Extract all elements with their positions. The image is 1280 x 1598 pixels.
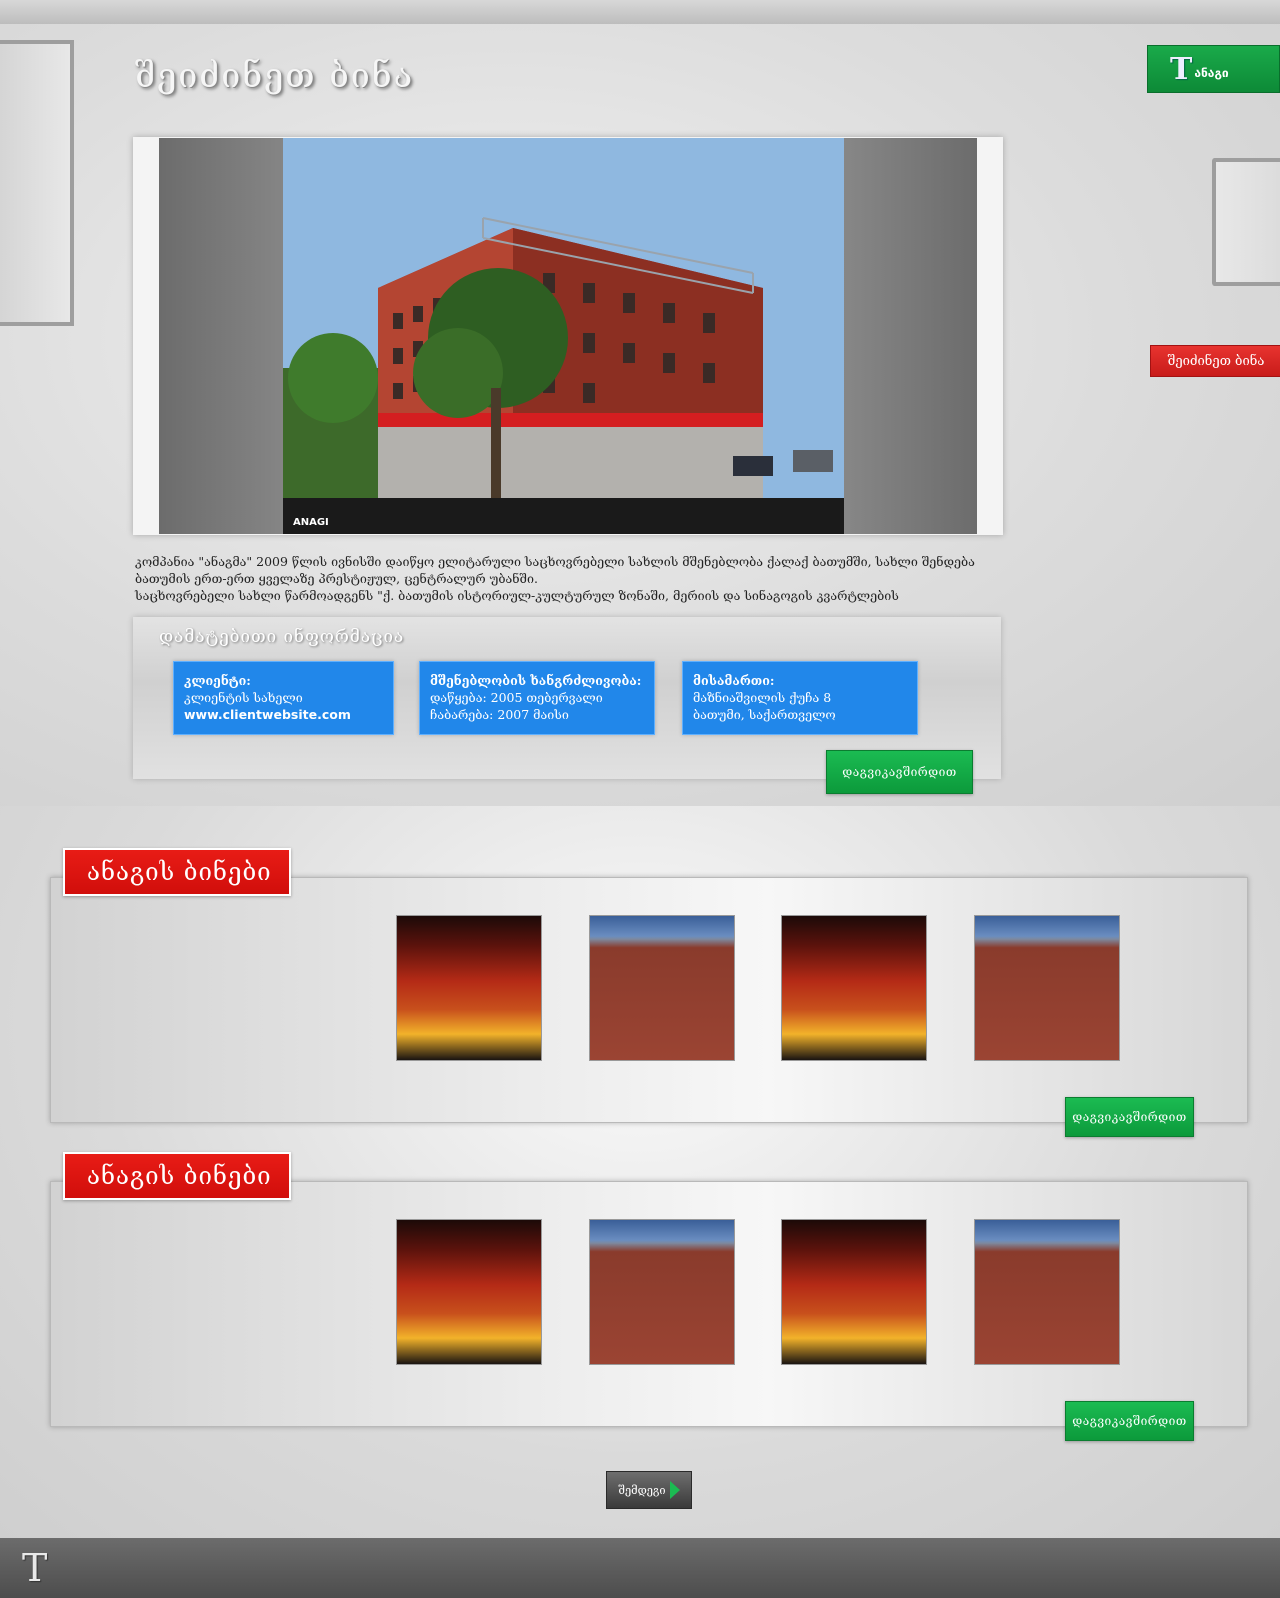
section-label: ანაგის ბინები	[63, 848, 291, 896]
decorative-frame-left	[0, 40, 74, 326]
address-title: მისამართი:	[693, 673, 775, 688]
apartments-section	[50, 877, 1248, 1123]
address-city: ბათუმი, საქართველო	[693, 707, 836, 722]
description-line: კომპანია "ანაგმა" 2009 წლის ივნისში დაიწ…	[135, 554, 975, 569]
logo-icon: T	[1170, 51, 1193, 87]
address-card: მისამართი: მაზნიაშვილის ქუჩა 8 ბათუმი, ს…	[682, 661, 918, 735]
next-button-label: შემდეგი	[618, 1483, 666, 1497]
main-gallery: ANAGI	[133, 137, 1003, 535]
page-title: შეიძინეთ ბინა	[135, 56, 415, 96]
build-duration-card: მშენებლობის ხანგრძლივობა: დაწყება: 2005 …	[419, 661, 655, 735]
description-line: საცხოვრებელი სახლი წარმოადგენს "ქ. ბათუმ…	[135, 588, 899, 603]
apartment-thumbnail[interactable]	[781, 1219, 927, 1365]
description-line: ბათუმის ერთ-ერთ ყველაზე პრესტიჟულ, ცენტრ…	[135, 571, 538, 586]
build-start: დაწყება: 2005 თებერვალი	[430, 690, 603, 705]
contact-button[interactable]: დაგვიკავშირდით	[1065, 1097, 1194, 1137]
info-heading: დამატებითი ინფორმაცია	[159, 627, 405, 647]
project-description: კომპანია "ანაგმა" 2009 წლის ივნისში დაიწ…	[135, 553, 1000, 604]
client-title: კლიენტი:	[184, 673, 251, 688]
apartment-thumbnail[interactable]	[396, 915, 542, 1061]
client-website-link[interactable]: www.clientwebsite.com	[184, 706, 383, 723]
buy-apartment-tag[interactable]: შეიძინეთ ბინა	[1150, 345, 1280, 377]
brand-logo[interactable]: T ანაგი	[1147, 45, 1280, 93]
building-illustration	[283, 138, 844, 534]
apartments-section	[50, 1181, 1248, 1427]
apartment-thumbnail[interactable]	[396, 1219, 542, 1365]
arrow-right-icon	[669, 1481, 680, 1499]
build-title: მშენებლობის ხანგრძლივობა:	[430, 673, 642, 688]
build-end: ჩაბარება: 2007 მაისი	[430, 707, 569, 722]
top-strip	[0, 0, 1280, 27]
apartment-thumbnail[interactable]	[781, 915, 927, 1061]
apartment-thumbnail[interactable]	[589, 1219, 735, 1365]
next-button[interactable]: შემდეგი	[606, 1471, 692, 1509]
client-name: კლიენტის სახელი	[184, 690, 303, 705]
client-card: კლიენტი: კლიენტის სახელი www.clientwebsi…	[173, 661, 394, 735]
apartment-thumbnail[interactable]	[589, 915, 735, 1061]
apartment-thumbnail[interactable]	[974, 915, 1120, 1061]
photo-watermark: ANAGI	[293, 517, 329, 528]
footer-logo-icon[interactable]: T	[22, 1548, 47, 1588]
gallery-stage: ANAGI	[159, 138, 977, 534]
apartment-thumbnail[interactable]	[974, 1219, 1120, 1365]
contact-button[interactable]: დაგვიკავშირდით	[1065, 1401, 1194, 1441]
address-street: მაზნიაშვილის ქუჩა 8	[693, 690, 832, 705]
building-photo[interactable]: ANAGI	[283, 138, 844, 534]
decorative-frame-right	[1212, 158, 1280, 286]
section-label: ანაგის ბინები	[63, 1152, 291, 1200]
footer	[0, 1538, 1280, 1598]
logo-text: ანაგი	[1194, 66, 1229, 80]
contact-button[interactable]: დაგვიკავშირდით	[826, 750, 973, 794]
